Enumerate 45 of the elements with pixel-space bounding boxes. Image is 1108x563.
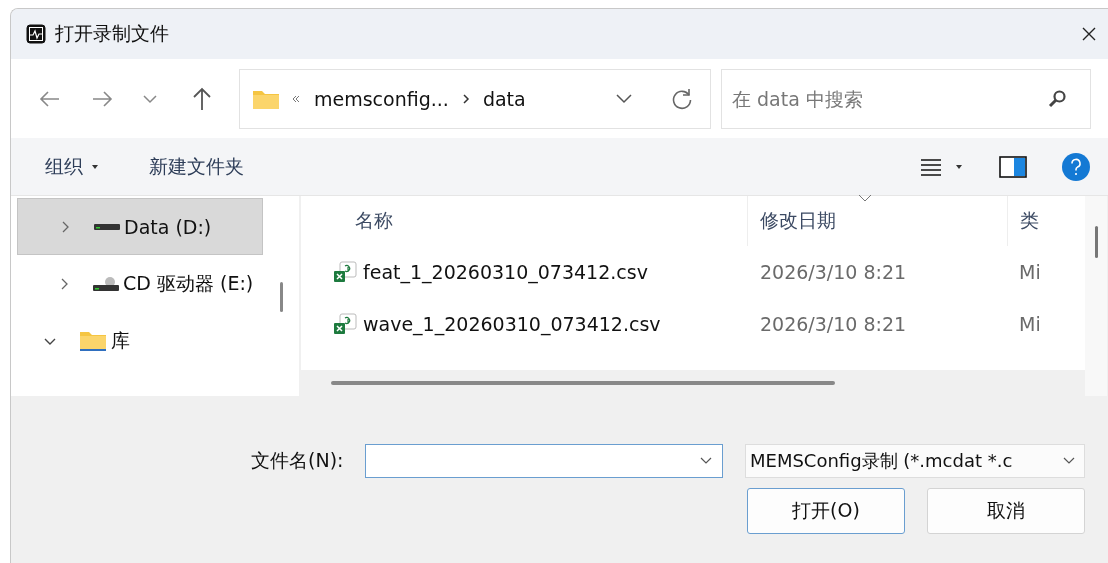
dropdown-icon[interactable] [614, 91, 634, 106]
chevron-down-icon [1062, 456, 1076, 466]
breadcrumb[interactable]: data [482, 87, 526, 110]
cancel-button[interactable]: 取消 [927, 488, 1085, 534]
date-cell-text: 2026/3/10 8:21 [759, 260, 908, 285]
preview-pane-icon[interactable] [999, 155, 1027, 178]
caret-icon [91, 163, 99, 170]
spreadsheet-file-icon [333, 313, 357, 335]
breadcrumb[interactable]: memsconfig... [314, 87, 449, 110]
help-icon[interactable] [1061, 151, 1091, 182]
chevron-down-icon[interactable] [699, 456, 713, 466]
file-name-cell[interactable]: feat_1_20260310_073412.csv [301, 261, 747, 283]
spreadsheet-file-icon [333, 261, 357, 283]
scrollbar-thumb[interactable] [279, 282, 283, 312]
file-type-dropdown[interactable]: MEMSConfig录制 (*.mcdat *.c [745, 444, 1085, 478]
overflow-icon[interactable] [292, 94, 300, 103]
caret-icon[interactable] [955, 163, 963, 170]
cd-drive-icon [93, 275, 119, 292]
scrollbar-thumb[interactable] [1094, 226, 1098, 258]
table-cell-text: Mi [1018, 313, 1042, 335]
folder-icon [79, 329, 107, 352]
file-name-field[interactable] [365, 444, 723, 478]
sidebar-item[interactable]: 库 [17, 312, 263, 369]
app-icon [25, 23, 47, 45]
breadcrumb-separator-icon [460, 91, 471, 106]
file-name-cell[interactable]: wave_1_20260310_073412.csv [301, 313, 747, 335]
scrollbar-thumb[interactable] [331, 381, 835, 385]
close-icon[interactable] [1081, 26, 1097, 42]
organize-menu[interactable]: 组织 [33, 149, 111, 184]
column-header[interactable]: 名称 [301, 208, 747, 234]
file-name-label: 文件名(N): [251, 448, 345, 473]
refresh-icon[interactable] [670, 86, 694, 111]
open-button[interactable]: 打开(O) [747, 488, 905, 534]
table-cell-text: Mi [1018, 261, 1042, 283]
search-icon[interactable] [1047, 88, 1067, 109]
new-folder-button[interactable]: 新建文件夹 [137, 149, 256, 184]
sidebar-item[interactable]: Data (D:) [17, 198, 263, 255]
address-bar[interactable]: memsconfig... data [239, 68, 711, 129]
date-cell-text: 2026/3/10 8:21 [759, 312, 908, 337]
search-field[interactable]: 在 data 中搜索 [721, 68, 1091, 129]
drive-icon [94, 222, 120, 231]
sidebar-item[interactable]: CD 驱动器 (E:) [17, 255, 263, 312]
sort-icon [858, 194, 872, 202]
column-header[interactable]: 修改日期 [747, 196, 1007, 246]
window-title: 打开录制文件 [55, 21, 169, 46]
